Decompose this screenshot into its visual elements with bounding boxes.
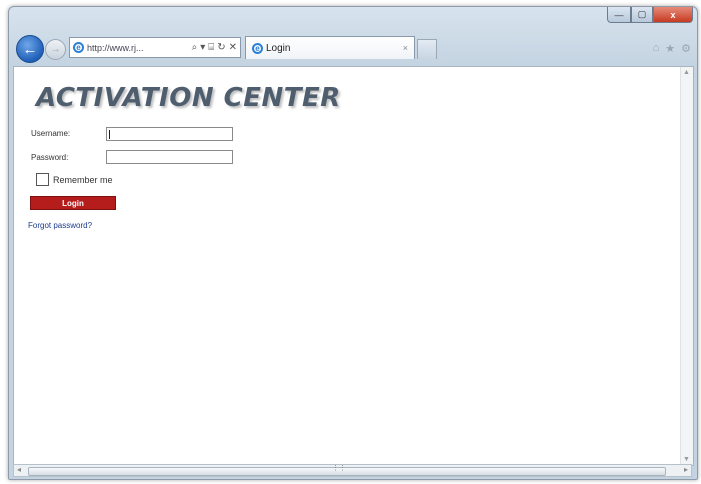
scrollbar-thumb[interactable]: [28, 467, 666, 476]
search-icon[interactable]: ⌕: [192, 42, 198, 53]
forward-button[interactable]: →: [45, 39, 66, 60]
password-label: Password:: [31, 153, 69, 162]
close-icon: x: [670, 9, 676, 20]
toolbar-icons: ⌂ ★ ⚙: [653, 42, 691, 55]
page-title: ACTIVATION CENTER: [36, 83, 341, 113]
minimize-icon: —: [614, 9, 624, 20]
forward-arrow-icon: →: [50, 44, 61, 55]
password-field[interactable]: [106, 150, 233, 164]
maximize-icon: ▢: [637, 9, 647, 19]
login-button[interactable]: Login: [30, 196, 116, 210]
tab-title: Login: [266, 42, 291, 54]
scrollbar-grip-icon: ⋮⋮: [332, 465, 346, 472]
browser-window: — ▢ x ← → e http://www.rj... ⌕ ▾ ⌸ ↻ ✕ e…: [8, 6, 698, 480]
scroll-up-icon[interactable]: ▲: [683, 69, 690, 76]
address-bar[interactable]: e http://www.rj... ⌕ ▾ ⌸ ↻ ✕: [69, 37, 241, 58]
back-button[interactable]: ←: [16, 35, 44, 63]
scroll-down-icon[interactable]: ▼: [683, 456, 690, 463]
tools-gear-icon[interactable]: ⚙: [681, 42, 691, 55]
close-button[interactable]: x: [653, 7, 693, 23]
username-label: Username:: [31, 129, 71, 138]
favorites-icon[interactable]: ★: [665, 42, 675, 55]
maximize-button[interactable]: ▢: [631, 7, 653, 23]
text-caret: [109, 130, 110, 139]
home-icon[interactable]: ⌂: [653, 42, 660, 55]
tab-login[interactable]: e Login ×: [245, 36, 415, 59]
remember-me-checkbox[interactable]: [36, 173, 49, 186]
page-viewport: ACTIVATION CENTER Username: Password: Re…: [13, 66, 694, 466]
remember-me-label[interactable]: Remember me: [53, 175, 113, 185]
tab-site-icon: e: [252, 42, 263, 54]
scroll-right-icon[interactable]: ▸: [684, 465, 688, 474]
scroll-left-icon[interactable]: ◂: [17, 465, 21, 474]
refresh-icon[interactable]: ↻: [217, 42, 225, 53]
tab-close-icon[interactable]: ×: [403, 43, 408, 53]
username-field[interactable]: [106, 127, 233, 141]
forgot-password-link[interactable]: Forgot password?: [28, 221, 92, 230]
minimize-button[interactable]: —: [607, 7, 631, 23]
remember-me-row[interactable]: Remember me: [36, 173, 113, 186]
site-icon: e: [73, 42, 84, 53]
dropdown-icon[interactable]: ▾: [200, 42, 205, 53]
back-arrow-icon: ←: [22, 40, 38, 58]
vertical-scrollbar[interactable]: ▲ ▼: [680, 67, 693, 465]
horizontal-scrollbar[interactable]: ◂ ⋮⋮ ▸: [13, 464, 692, 477]
address-url[interactable]: http://www.rj...: [87, 43, 192, 53]
stop-icon[interactable]: ✕: [229, 42, 237, 53]
navigation-bar: ← → e http://www.rj... ⌕ ▾ ⌸ ↻ ✕ e Login…: [9, 32, 697, 66]
window-controls: — ▢ x: [607, 7, 693, 24]
compatibility-icon[interactable]: ⌸: [208, 42, 214, 53]
address-bar-buttons: ⌕ ▾ ⌸ ↻ ✕: [192, 42, 240, 53]
new-tab-button[interactable]: [417, 39, 437, 59]
